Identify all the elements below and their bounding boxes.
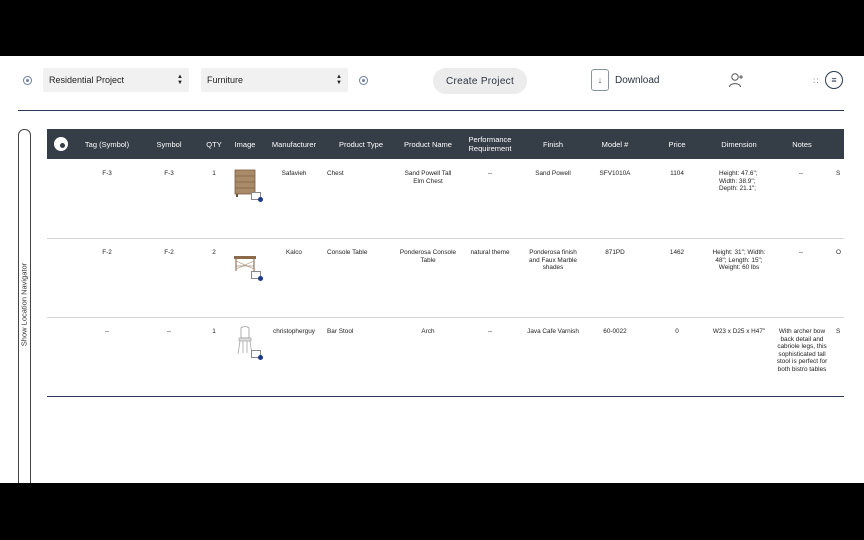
download-button[interactable]: ↓ Download [591,69,659,91]
menu-icon[interactable]: ≡ [825,71,843,89]
download-label: Download [615,74,660,86]
category-target-icon[interactable] [359,76,368,85]
cell-symbol: F-2 [164,249,174,256]
product-image-console-table[interactable] [233,247,263,281]
header-performance[interactable]: Performance Requirement [463,129,517,159]
header-product-type[interactable]: Product Type [331,129,391,159]
header-qty[interactable]: QTY [199,129,229,159]
header-symbol[interactable]: Symbol [147,129,191,159]
table-row[interactable]: F-3 F-3 1 Safavieh Chest Sand Powell Tal… [47,160,844,239]
cell-notes: -- [798,249,804,256]
location-target-icon[interactable] [23,76,32,85]
toolbar-divider [18,110,844,111]
grid-dots-icon[interactable]: :: [813,76,819,85]
cell-model: 60-0022 [603,328,627,335]
header-tag[interactable]: Tag (Symbol) [79,129,135,159]
cell-performance: -- [487,170,493,177]
cell-qty: 2 [212,249,216,256]
table-row[interactable]: -- -- 1 christopherguy Bar Stool Arch --… [47,318,844,397]
cell-tag: F-3 [102,170,112,177]
cell-performance: -- [487,328,493,335]
app-screen: Residential Project ▲ ▼ Furniture ▲ ▼ Crea… [0,56,864,483]
cell-product-type: Chest [327,170,344,177]
header-finish[interactable]: Finish [525,129,581,159]
cell-qty: 1 [212,170,216,177]
project-select-value: Residential Project [49,75,125,85]
cell-notes: With archer bow back detail and cabriole… [776,328,828,373]
cell-product-name: Arch [421,328,435,335]
product-image-chest[interactable] [233,168,263,202]
table-header: Tag (Symbol) Symbol QTY Image Manufactur… [47,129,844,159]
cell-price: 0 [675,328,679,335]
header-image[interactable]: Image [229,129,261,159]
download-icon: ↓ [591,69,609,91]
header-dimension[interactable]: Dimension [711,129,767,159]
cell-tag: F-2 [102,249,112,256]
project-select[interactable]: Residential Project ▲ ▼ [43,68,189,92]
palette-icon[interactable] [54,137,68,151]
image-edit-icon[interactable] [251,350,263,360]
cell-model: 871PD [605,249,625,256]
add-user-icon[interactable] [728,72,744,88]
cell-product-name: Ponderosa Console Table [399,249,457,264]
select-arrows-icon: ▲ ▼ [177,74,183,86]
cell-product-name: Sand Powell Tall Elm Chest [404,170,452,185]
table-row[interactable]: F-2 F-2 2 Kalco Console Table Ponderosa … [47,239,844,318]
cell-symbol: F-3 [164,170,174,177]
location-navigator-toggle[interactable]: Show Location Navigator [18,129,31,483]
header-price[interactable]: Price [651,129,703,159]
cell-price: 1104 [670,170,684,177]
cell-overflow: S [836,328,841,335]
header-product-name[interactable]: Product Name [397,129,459,159]
cell-performance: natural theme [470,249,510,256]
cell-product-type: Console Table [327,249,368,256]
cell-overflow: S [836,170,841,177]
category-select[interactable]: Furniture ▲ ▼ [201,68,348,92]
image-edit-icon[interactable] [251,192,263,202]
cell-product-type: Bar Stool [327,328,354,335]
category-select-value: Furniture [207,75,244,85]
product-image-bar-stool[interactable] [233,326,263,360]
image-edit-icon[interactable] [251,271,263,281]
header-model[interactable]: Model # [589,129,641,159]
cell-manufacturer: christopherguy [273,328,315,335]
cell-tag: -- [104,328,110,335]
cell-dimension: Height: 47.6"; Width: 38.9"; Depth: 21.1… [719,170,758,193]
create-project-button[interactable]: Create Project [433,68,527,94]
header-manufacturer[interactable]: Manufacturer [265,129,323,159]
cell-overflow: O [836,249,841,256]
cell-dimension: Height: 31"; Width: 48"; Length: 15"; We… [712,249,766,272]
cell-manufacturer: Safavieh [281,170,307,177]
location-navigator-label: Show Location Navigator [19,262,29,347]
cell-symbol: -- [166,328,172,335]
cell-dimension: W23 x D25 x H47" [712,328,766,335]
cell-finish: Java Cafe Varnish [527,328,579,335]
cell-finish: Ponderosa finish and Faux Marble shades [529,249,577,272]
cell-notes: -- [798,170,804,177]
cell-qty: 1 [212,328,216,335]
cell-model: SFV1010A [599,170,631,177]
cell-price: 1462 [669,249,685,256]
cell-manufacturer: Kalco [286,249,302,256]
cell-finish: Sand Powell [535,170,571,177]
select-arrows-icon: ▲ ▼ [336,74,342,86]
header-notes[interactable]: Notes [775,129,829,159]
